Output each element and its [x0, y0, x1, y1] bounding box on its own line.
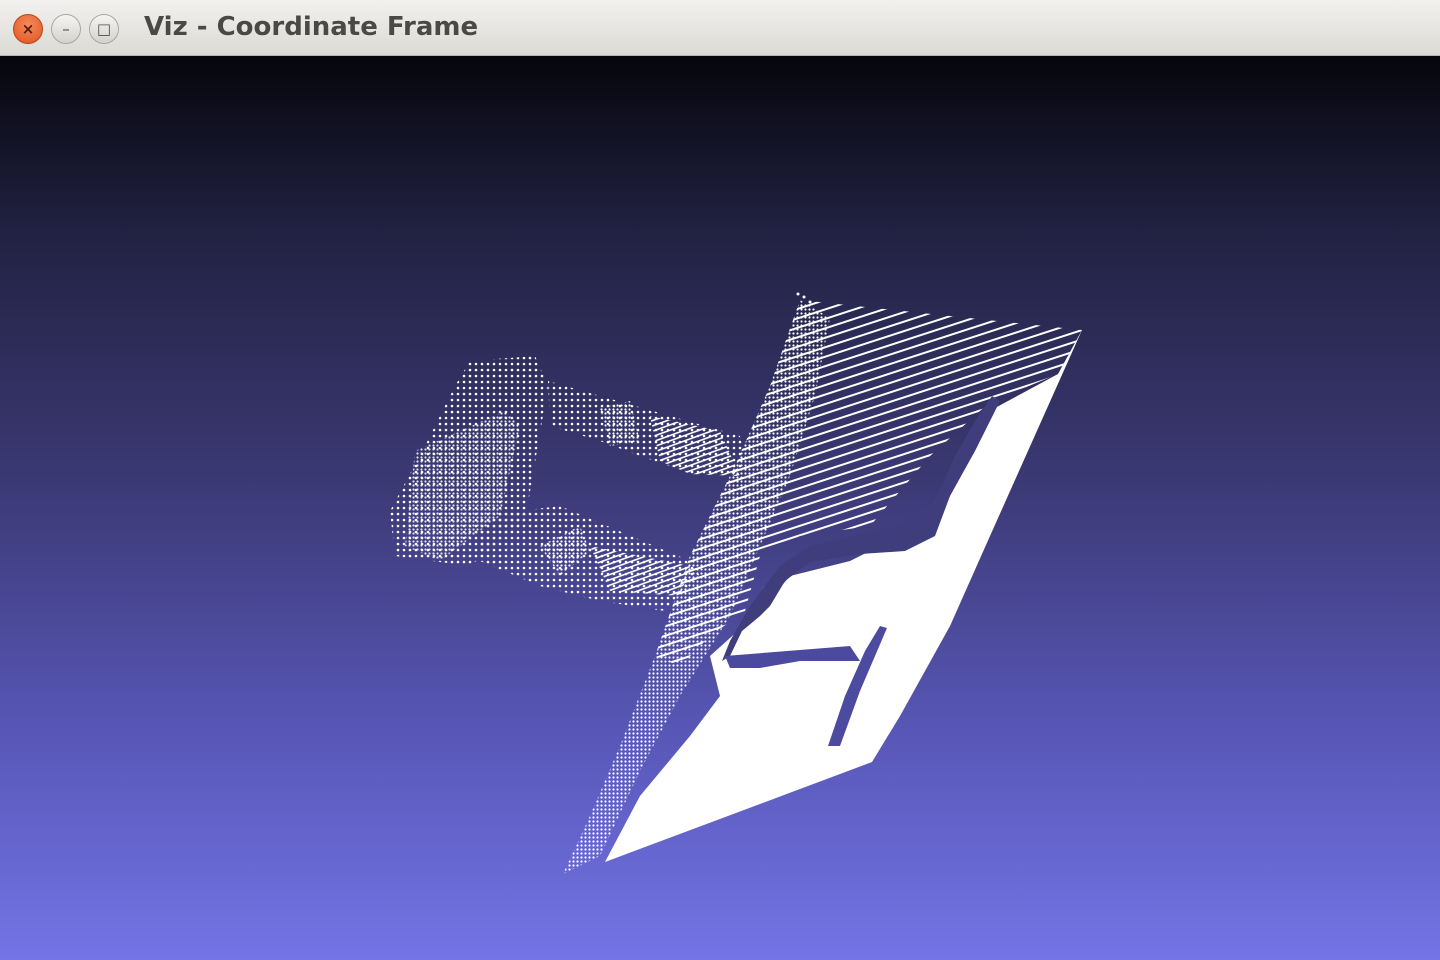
- minimize-button[interactable]: –: [51, 14, 81, 44]
- 3d-viewport[interactable]: [0, 56, 1440, 960]
- point-cloud-render: [390, 292, 1082, 874]
- close-button[interactable]: ×: [13, 14, 43, 44]
- viz-window: × – □ Viz - Coordinate Frame: [0, 0, 1440, 960]
- window-title: Viz - Coordinate Frame: [144, 12, 479, 42]
- maximize-button[interactable]: □: [89, 14, 119, 44]
- title-bar[interactable]: × – □ Viz - Coordinate Frame: [0, 0, 1440, 56]
